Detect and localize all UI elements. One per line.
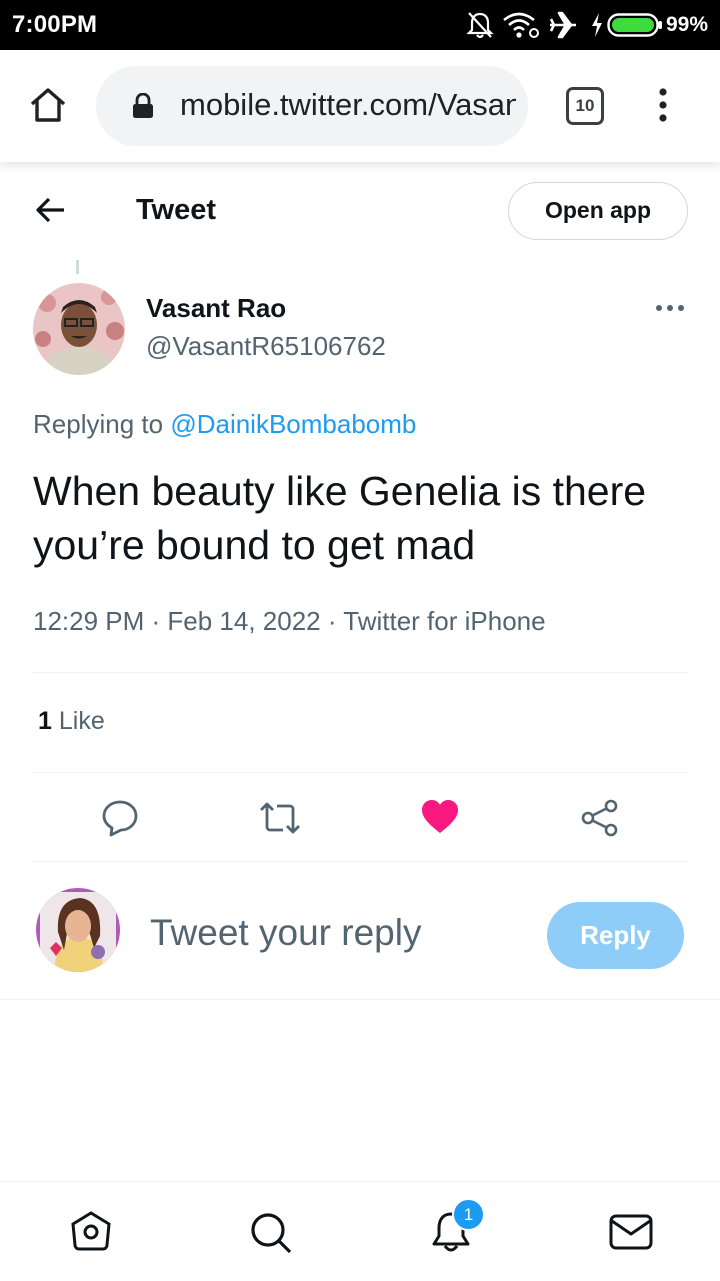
author-name[interactable]: Vasant Rao	[146, 293, 286, 324]
retweet-icon[interactable]	[258, 800, 302, 836]
share-icon[interactable]	[581, 799, 619, 837]
battery-icon	[607, 13, 662, 37]
like-count: 1	[38, 707, 52, 735]
reply-icon[interactable]	[101, 799, 139, 837]
open-app-button[interactable]: Open app	[508, 182, 688, 240]
likes-count[interactable]: 1 Like	[38, 707, 105, 736]
menu-icon[interactable]	[654, 86, 672, 126]
replying-to-mention[interactable]: @DainikBombabomb	[170, 409, 416, 439]
back-arrow-icon[interactable]	[34, 195, 66, 225]
author-handle[interactable]: @VasantR65106762	[146, 331, 386, 362]
reply-input[interactable]: Tweet your reply	[150, 912, 421, 954]
replying-to: Replying to @DainikBombabomb	[33, 409, 416, 440]
reply-button[interactable]: Reply	[547, 902, 684, 969]
mute-icon	[466, 12, 494, 39]
tabs-icon[interactable]: 10	[566, 87, 604, 125]
more-options-icon[interactable]	[655, 302, 685, 314]
like-icon[interactable]	[421, 799, 459, 835]
author-avatar[interactable]	[33, 283, 125, 375]
lock-icon	[133, 93, 153, 118]
wifi-icon	[503, 12, 539, 38]
divider	[32, 861, 688, 862]
status-time: 7:00PM	[12, 11, 98, 38]
status-bar: 7:00PM 99%	[0, 0, 720, 50]
battery-percentage: 99%	[665, 13, 708, 36]
tweet-timestamp[interactable]: 12:29 PM · Feb 14, 2022 · Twitter for iP…	[33, 606, 546, 637]
url-bar[interactable]: mobile.twitter.com/VasantR65106762	[96, 66, 528, 146]
airplane-mode-icon	[549, 11, 576, 39]
home-icon[interactable]	[69, 1211, 113, 1253]
page-header: Tweet Open app	[0, 162, 720, 260]
divider	[32, 672, 688, 673]
url-text[interactable]: mobile.twitter.com/VasantR65106762	[180, 87, 516, 123]
charging-icon	[592, 13, 602, 37]
notification-badge: 1	[452, 1198, 485, 1231]
browser-toolbar: mobile.twitter.com/VasantR65106762 10	[0, 50, 720, 162]
thread-line	[76, 260, 79, 274]
home-icon[interactable]	[28, 85, 68, 125]
like-label: Like	[58, 707, 105, 735]
divider	[0, 999, 720, 1000]
messages-icon[interactable]	[609, 1212, 653, 1252]
replying-prefix: Replying to	[33, 409, 164, 439]
tweet-text: When beauty like Genelia is there you’re…	[33, 468, 647, 568]
search-icon[interactable]	[249, 1211, 293, 1255]
divider	[32, 772, 688, 773]
page-title: Tweet	[136, 194, 217, 226]
user-avatar[interactable]	[36, 888, 120, 972]
